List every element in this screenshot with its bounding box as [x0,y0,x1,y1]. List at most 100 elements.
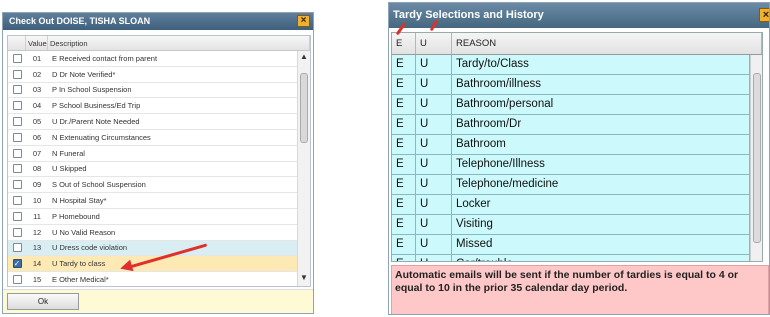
check-out-title-bar[interactable]: Check Out DOISE, TISHA SLOAN × [3,13,313,30]
tardy-title-bar[interactable]: Tardy Selections and History × [389,3,769,28]
reason-cell[interactable]: Telephone/medicine [452,175,750,194]
e-cell[interactable]: E [392,75,416,94]
e-cell[interactable]: E [392,195,416,214]
scroll-up-icon[interactable]: ▲ [298,52,310,64]
checkbox[interactable]: ✓ [12,259,22,269]
reason-cell[interactable]: Car/trouble [452,255,750,261]
tardy-reason-row[interactable]: E U Visiting [392,215,750,235]
reason-code-row[interactable]: 10 N Hospital Stay* [8,193,297,209]
row-checkbox[interactable]: ✓ [8,259,26,269]
e-cell[interactable]: E [392,215,416,234]
tardy-reason-row[interactable]: E U Bathroom/Dr [392,115,750,135]
scroll-thumb[interactable] [300,73,308,143]
e-column-header[interactable]: E [392,33,416,54]
tardy-reason-row[interactable]: E U Locker [392,195,750,215]
row-checkbox[interactable] [8,227,26,237]
checkbox[interactable] [12,227,22,237]
value-column-header[interactable]: Value [26,36,48,50]
vertical-scrollbar[interactable]: ▲ ▼ [297,51,310,286]
u-cell[interactable]: U [416,135,452,154]
u-cell[interactable]: U [416,75,452,94]
e-cell[interactable]: E [392,235,416,254]
e-cell[interactable]: E [392,95,416,114]
reason-code-row[interactable]: 09 S Out of School Suspension [8,177,297,194]
tardy-vertical-scrollbar[interactable] [750,55,762,261]
row-checkbox[interactable] [8,180,26,190]
checkbox[interactable] [12,69,22,79]
checkbox[interactable] [12,196,22,206]
tardy-reason-row[interactable]: E U Bathroom/personal [392,95,750,115]
checkbox[interactable] [12,164,22,174]
scroll-down-icon[interactable]: ▼ [298,273,310,285]
row-checkbox[interactable] [8,132,26,142]
row-checkbox[interactable] [8,101,26,111]
u-column-header[interactable]: U [416,33,452,54]
reason-cell[interactable]: Telephone/Illness [452,155,750,174]
tardy-reason-row[interactable]: E U Tardy/to/Class [392,55,750,75]
reason-cell[interactable]: Missed [452,235,750,254]
e-cell[interactable]: E [392,135,416,154]
reason-cell[interactable]: Tardy/to/Class [452,55,750,74]
reason-code-row[interactable]: 06 N Extenuating Circumstances [8,129,297,146]
row-checkbox[interactable] [8,164,26,174]
u-cell[interactable]: U [416,155,452,174]
tardy-scroll-thumb[interactable] [753,73,761,243]
checkbox[interactable] [12,275,22,285]
checkbox[interactable] [12,211,22,221]
reason-cell[interactable]: Bathroom/personal [452,95,750,114]
reason-cell[interactable]: Bathroom/Dr [452,115,750,134]
u-cell[interactable]: U [416,55,452,74]
reason-code-row[interactable]: 02 D Dr Note Verified* [8,66,297,83]
tardy-reason-row[interactable]: E U Missed [392,235,750,255]
u-cell[interactable]: U [416,235,452,254]
reason-column-header[interactable]: REASON [452,33,762,54]
row-checkbox[interactable] [8,148,26,158]
tardy-reason-row[interactable]: E U Bathroom [392,135,750,155]
close-icon[interactable]: × [297,15,310,27]
reason-cell[interactable]: Bathroom [452,135,750,154]
e-cell[interactable]: E [392,115,416,134]
close-icon[interactable]: × [759,8,769,22]
row-checkbox[interactable] [8,85,26,95]
reason-cell[interactable]: Locker [452,195,750,214]
e-cell[interactable]: E [392,155,416,174]
checkbox[interactable] [12,148,22,158]
checkbox[interactable] [12,101,22,111]
reason-code-row[interactable]: 11 P Homebound [8,208,297,225]
checkbox-column-header[interactable] [8,36,26,50]
reason-cell[interactable]: Bathroom/illness [452,75,750,94]
u-cell[interactable]: U [416,255,452,261]
checkbox[interactable] [12,180,22,190]
checkbox[interactable] [12,85,22,95]
tardy-reason-row[interactable]: E U Telephone/medicine [392,175,750,195]
e-cell[interactable]: E [392,55,416,74]
row-checkbox[interactable] [8,53,26,63]
reason-code-row[interactable]: 05 U Dr./Parent Note Needed [8,114,297,130]
ok-button[interactable]: Ok [7,293,79,310]
u-cell[interactable]: U [416,95,452,114]
u-cell[interactable]: U [416,195,452,214]
row-checkbox[interactable] [8,196,26,206]
checkbox[interactable] [12,132,22,142]
reason-code-row[interactable]: 08 U Skipped [8,161,297,178]
u-cell[interactable]: U [416,215,452,234]
u-cell[interactable]: U [416,175,452,194]
description-column-header[interactable]: Description [48,36,310,50]
row-checkbox[interactable] [8,117,26,127]
reason-code-row[interactable]: 15 E Other Medical* [8,272,297,286]
e-cell[interactable]: E [392,255,416,261]
row-checkbox[interactable] [8,243,26,253]
tardy-reason-row[interactable]: EUCar/trouble [392,255,750,261]
reason-code-row[interactable]: 13 U Dress code violation [8,240,297,257]
tardy-reason-row[interactable]: E U Bathroom/illness [392,75,750,95]
checkbox[interactable] [12,243,22,253]
u-cell[interactable]: U [416,115,452,134]
checkbox[interactable] [12,117,22,127]
reason-code-row[interactable]: 01 E Received contact from parent [8,51,297,67]
reason-code-row[interactable]: 03 P In School Suspension [8,82,297,99]
tardy-reason-row[interactable]: E U Telephone/Illness [392,155,750,175]
checkbox[interactable] [12,53,22,63]
reason-code-row[interactable]: 04 P School Business/Ed Trip [8,98,297,115]
row-checkbox[interactable] [8,69,26,79]
reason-code-row[interactable]: 12 U No Valid Reason [8,224,297,241]
